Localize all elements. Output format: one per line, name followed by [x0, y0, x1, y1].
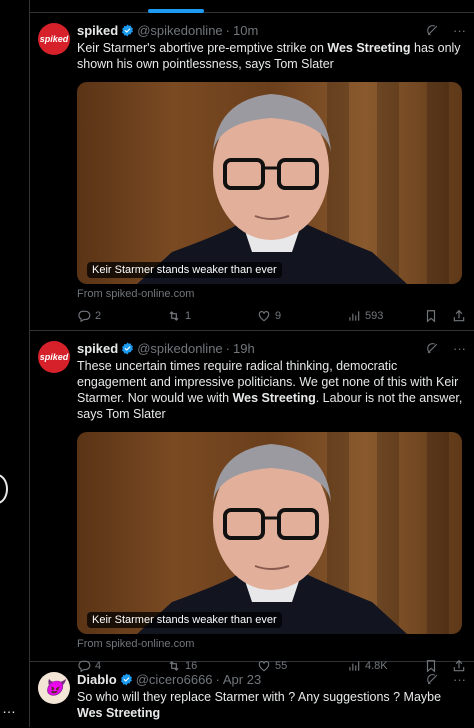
author-name[interactable]: spiked: [77, 341, 118, 356]
grok-icon[interactable]: [426, 24, 439, 37]
reply-count: 2: [95, 310, 102, 322]
more-options-icon[interactable]: …: [2, 700, 17, 716]
like-count: 9: [275, 310, 282, 322]
heart-icon: [257, 309, 271, 323]
avatar[interactable]: spiked: [38, 341, 70, 373]
tweet-text: Keir Starmer's abortive pre-emptive stri…: [77, 41, 461, 71]
timestamp[interactable]: 10m: [233, 23, 258, 38]
avatar[interactable]: 😈: [38, 672, 70, 704]
repost-count: 1: [185, 310, 192, 322]
more-options-icon[interactable]: ···: [453, 23, 466, 38]
portrait-image: [137, 94, 407, 284]
action-bar: 2 1 9 593: [77, 308, 466, 324]
tweet-media[interactable]: Keir Starmer stands weaker than ever: [77, 432, 462, 634]
more-options-icon[interactable]: ···: [453, 341, 466, 356]
tweet-header: Diablo @cicero6666 · Apr 23 ···: [77, 670, 466, 688]
tweet-header: spiked @spikedonline · 10m ···: [77, 21, 466, 39]
views-button[interactable]: 593: [347, 309, 419, 323]
repost-button[interactable]: 1: [167, 309, 257, 323]
author-handle[interactable]: @cicero6666: [136, 672, 213, 687]
author-name[interactable]: Diablo: [77, 672, 117, 687]
views-icon: [347, 309, 361, 323]
views-count: 593: [365, 310, 384, 322]
image-caption: Keir Starmer stands weaker than ever: [87, 262, 282, 278]
reply-icon: [77, 309, 91, 323]
link-source[interactable]: From spiked-online.com: [77, 288, 466, 300]
timeline: spiked spiked @spikedonline · 10m ··· Ke…: [29, 0, 474, 727]
separator-dot: ·: [225, 22, 231, 38]
verified-badge-icon: [121, 24, 134, 37]
tweet-text: These uncertain times require radical th…: [77, 359, 463, 421]
like-button[interactable]: 9: [257, 309, 347, 323]
separator-dot: ·: [225, 340, 231, 356]
timestamp[interactable]: Apr 23: [223, 672, 261, 687]
verified-badge-icon: [120, 673, 133, 686]
link-source[interactable]: From spiked-online.com: [77, 638, 466, 650]
share-icon[interactable]: [452, 309, 466, 323]
verified-badge-icon: [121, 342, 134, 355]
separator-dot: ·: [215, 671, 220, 687]
more-options-icon[interactable]: ···: [453, 672, 466, 687]
avatar[interactable]: spiked: [38, 23, 70, 55]
tweet[interactable]: spiked spiked @spikedonline · 19h ··· Th…: [30, 331, 474, 673]
author-handle[interactable]: @spikedonline: [137, 341, 222, 356]
portrait-image: [137, 444, 407, 634]
tweet-media[interactable]: Keir Starmer stands weaker than ever: [77, 82, 462, 284]
image-caption: Keir Starmer stands weaker than ever: [87, 612, 282, 628]
tweet[interactable]: spiked spiked @spikedonline · 10m ··· Ke…: [30, 13, 474, 331]
bookmark-icon[interactable]: [424, 309, 438, 323]
author-handle[interactable]: @spikedonline: [137, 23, 222, 38]
tweet-text: So who will they replace Starmer with ? …: [77, 690, 442, 720]
author-name[interactable]: spiked: [77, 23, 118, 38]
tweet-header: spiked @spikedonline · 19h ···: [77, 339, 466, 357]
timestamp[interactable]: 19h: [233, 341, 255, 356]
grok-icon[interactable]: [426, 673, 439, 686]
grok-icon[interactable]: [426, 342, 439, 355]
repost-icon: [167, 309, 181, 323]
tweet[interactable]: 😈 Diablo @cicero6666 · Apr 23 ··· So who…: [30, 662, 474, 728]
left-nav-rail: …: [0, 0, 29, 727]
tab-bar-edge: [30, 0, 474, 13]
account-avatar[interactable]: [0, 474, 8, 504]
reply-button[interactable]: 2: [77, 309, 167, 323]
